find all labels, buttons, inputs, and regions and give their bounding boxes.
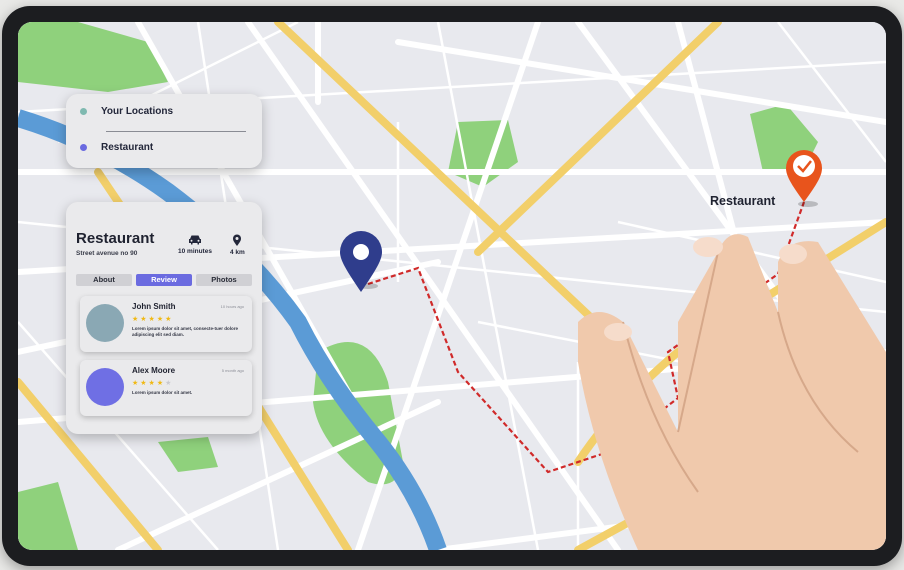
star-rating: ★★★★★ — [132, 380, 174, 387]
restaurant-title: Restaurant — [76, 230, 155, 247]
locations-card: Your Locations Restaurant — [66, 94, 262, 168]
tab-review[interactable]: Review — [136, 274, 192, 286]
travel-time: 10 minutes — [178, 234, 212, 255]
review-time: 10 hours ago — [220, 304, 244, 309]
location-item-label: Your Locations — [101, 106, 174, 117]
travel-distance-value: 4 km — [230, 249, 245, 256]
restaurant-card: Restaurant Street avenue no 90 10 minute… — [66, 202, 262, 434]
location-item-your-locations[interactable]: Your Locations — [80, 106, 173, 117]
review-time: 5 month ago — [221, 368, 244, 373]
avatar — [86, 368, 124, 406]
location-dot-icon — [80, 108, 87, 115]
location-item-label: Restaurant — [101, 142, 154, 153]
star-rating: ★★★★★ — [132, 316, 174, 323]
destination-label: Restaurant — [710, 194, 776, 208]
travel-time-value: 10 minutes — [178, 248, 212, 255]
tab-photos[interactable]: Photos — [196, 274, 252, 286]
reviewer-name: Alex Moore — [132, 366, 176, 375]
reviewer-name: John Smith — [132, 302, 176, 311]
restaurant-address: Street avenue no 90 — [76, 250, 138, 257]
restaurant-tabs: About Review Photos — [76, 274, 252, 286]
location-dot-icon — [80, 144, 87, 151]
tab-about[interactable]: About — [76, 274, 132, 286]
review-text: Lorem ipsum dolor sit amet, consecte-tue… — [132, 326, 239, 337]
location-pin-icon — [233, 234, 242, 246]
car-icon — [188, 235, 201, 245]
tablet-frame: Your Locations Restaurant Restaurant Str… — [2, 6, 902, 566]
travel-distance: 4 km — [230, 234, 245, 256]
review-item[interactable]: John Smith 10 hours ago ★★★★★ Lorem ipsu… — [80, 296, 252, 352]
location-item-restaurant[interactable]: Restaurant — [80, 142, 153, 153]
avatar — [86, 304, 124, 342]
review-item[interactable]: Alex Moore 5 month ago ★★★★★ Lorem ipsum… — [80, 360, 252, 416]
review-text: Lorem ipsum dolor sit amet. — [132, 390, 193, 395]
map-screen[interactable]: Your Locations Restaurant Restaurant Str… — [18, 22, 886, 550]
divider — [106, 131, 246, 132]
